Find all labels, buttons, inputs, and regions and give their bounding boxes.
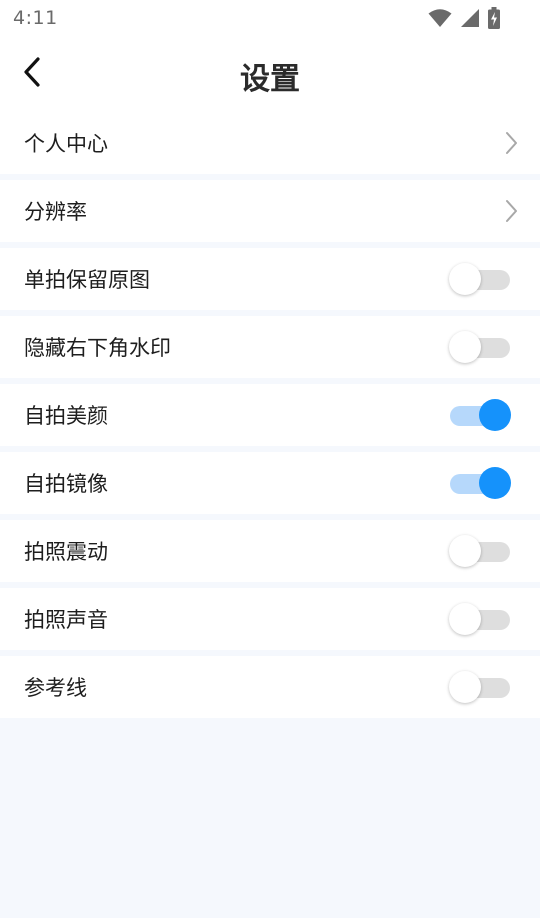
setting-row-personal-center[interactable]: 个人中心 <box>0 112 540 174</box>
wifi-icon <box>428 8 452 32</box>
setting-row-resolution[interactable]: 分辨率 <box>0 180 540 242</box>
page-title: 设置 <box>240 62 300 97</box>
setting-label: 参考线 <box>24 676 87 700</box>
setting-label: 单拍保留原图 <box>24 268 150 292</box>
toggle-switch[interactable] <box>449 262 510 296</box>
toggle-switch[interactable] <box>449 602 510 636</box>
setting-row-shutter-sound[interactable]: 拍照声音 <box>0 588 540 650</box>
setting-label: 隐藏右下角水印 <box>24 336 171 360</box>
toggle-knob <box>449 331 481 363</box>
toggle-knob <box>479 467 511 499</box>
toggle-knob <box>449 603 481 635</box>
toggle-knob <box>479 399 511 431</box>
toggle-switch[interactable] <box>450 466 511 500</box>
setting-row-keep-original[interactable]: 单拍保留原图 <box>0 248 540 310</box>
signal-icon <box>460 8 480 32</box>
header: 设置 <box>0 36 540 112</box>
setting-row-hide-watermark[interactable]: 隐藏右下角水印 <box>0 316 540 378</box>
settings-list: 个人中心分辨率单拍保留原图 隐藏右下角水印 自拍美颜自拍镜像拍照震动拍照声音参考线 <box>0 112 540 724</box>
status-bar: 4:11 <box>0 0 540 36</box>
toggle-switch[interactable] <box>449 670 510 704</box>
setting-row-grid-lines[interactable]: 参考线 <box>0 656 540 718</box>
toggle-switch[interactable] <box>449 534 510 568</box>
setting-label: 拍照震动 <box>24 540 108 564</box>
toggle-switch[interactable] <box>450 398 511 432</box>
chevron-right-icon <box>502 199 520 223</box>
setting-row-shutter-vibration[interactable]: 拍照震动 <box>0 520 540 582</box>
toggle-switch[interactable] <box>449 330 510 364</box>
battery-charging-icon <box>488 7 500 33</box>
setting-label: 自拍美颜 <box>24 404 108 428</box>
setting-label: 分辨率 <box>24 200 87 224</box>
status-time: 4:11 <box>13 7 58 29</box>
toggle-knob <box>449 535 481 567</box>
setting-row-selfie-beauty[interactable]: 自拍美颜 <box>0 384 540 446</box>
status-icons <box>428 7 500 33</box>
setting-label: 个人中心 <box>24 132 108 156</box>
chevron-right-icon <box>502 131 520 155</box>
toggle-knob <box>449 671 481 703</box>
setting-label: 自拍镜像 <box>24 472 108 496</box>
setting-label: 拍照声音 <box>24 608 108 632</box>
setting-row-selfie-mirror[interactable]: 自拍镜像 <box>0 452 540 514</box>
toggle-knob <box>449 263 481 295</box>
